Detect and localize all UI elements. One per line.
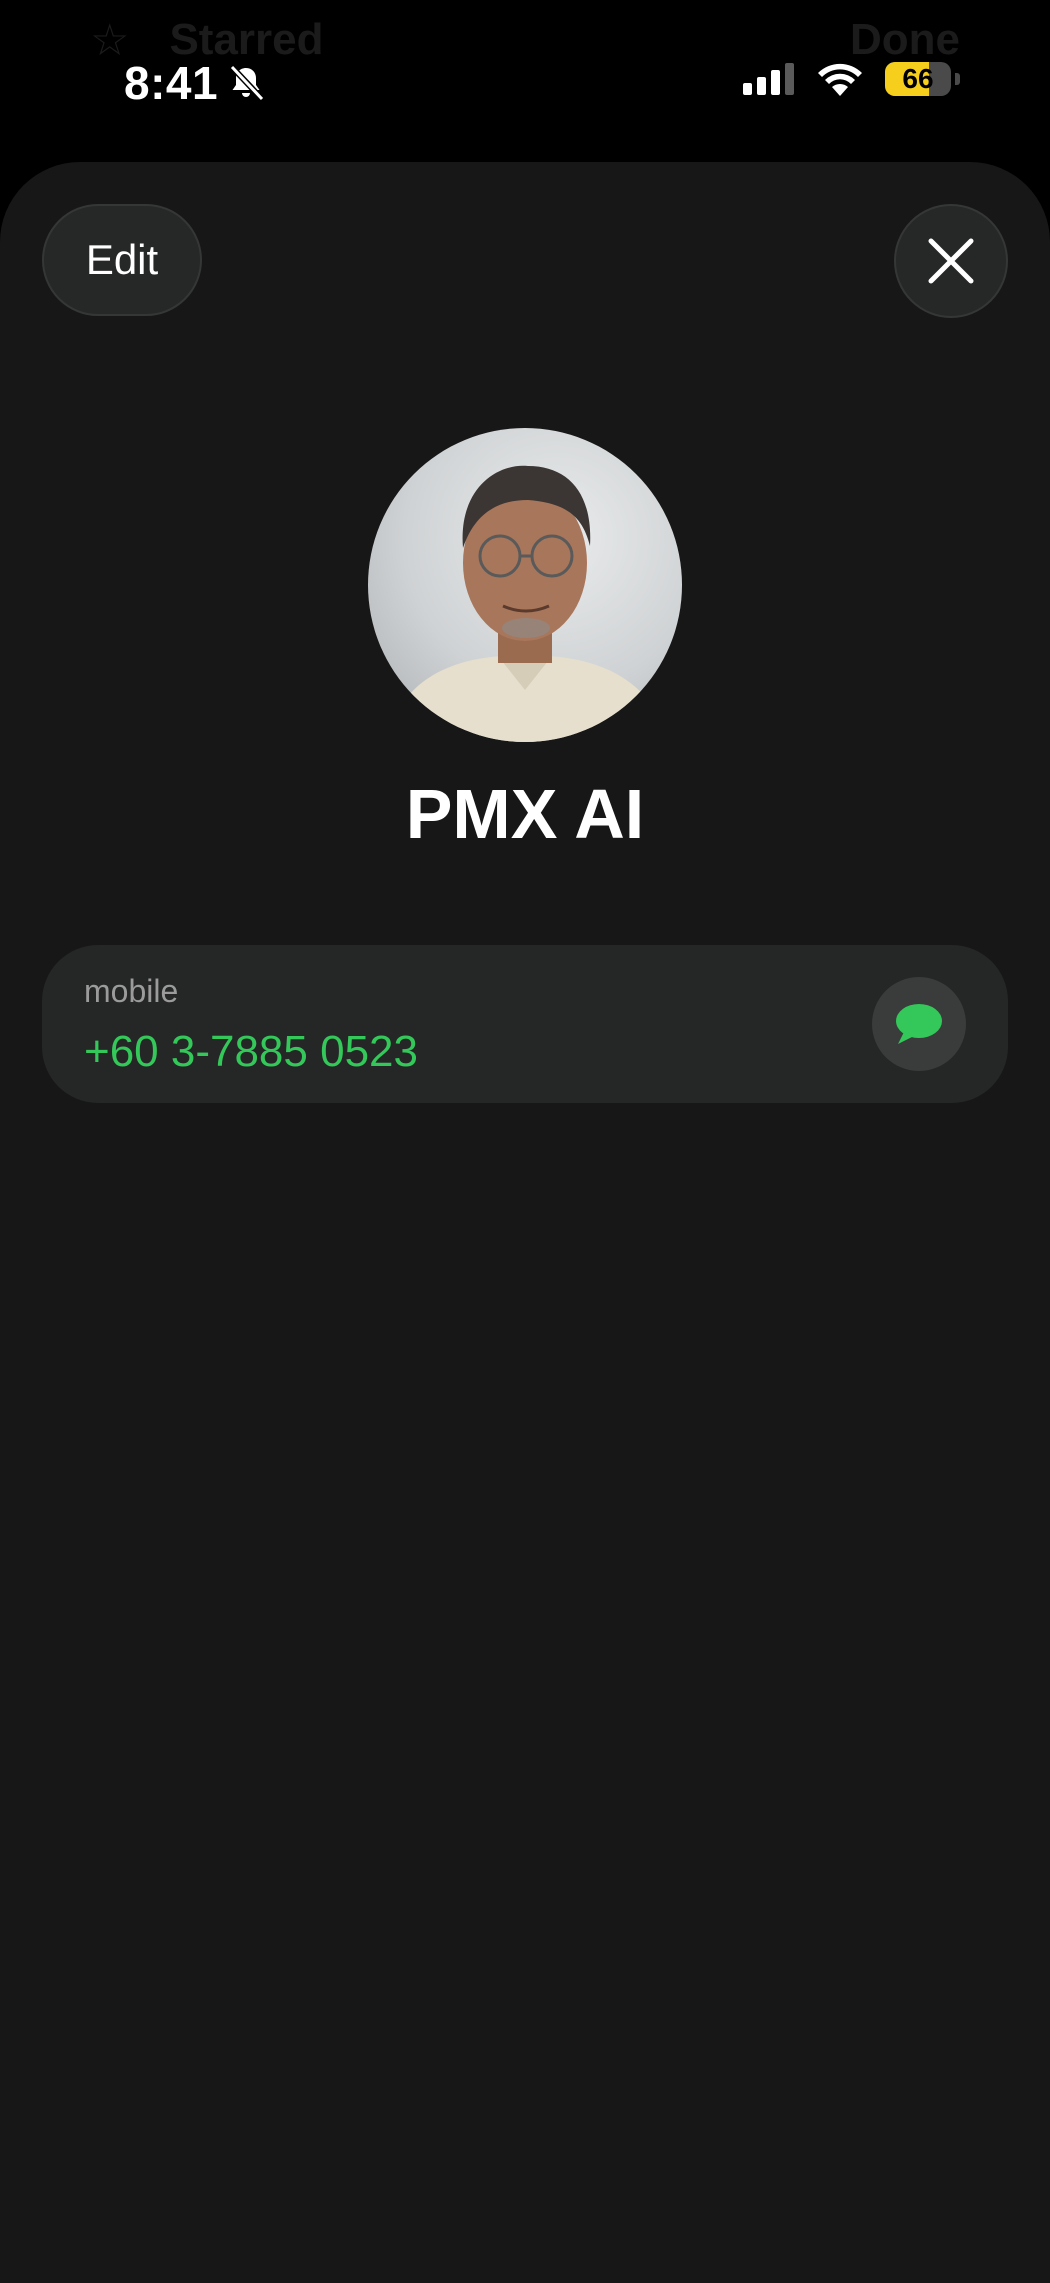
- close-icon: [928, 238, 974, 284]
- contact-sheet: Edit PMX AI mobile +60 3-7885 0523: [0, 162, 1050, 2283]
- message-bubble-icon: [896, 1004, 942, 1044]
- background-done: Done: [850, 15, 960, 64]
- battery-cap: [955, 73, 960, 85]
- message-button[interactable]: [872, 977, 966, 1071]
- phone-number-card[interactable]: mobile +60 3-7885 0523: [42, 945, 1008, 1103]
- cellular-signal-icon: [743, 63, 794, 95]
- status-time: 8:41: [124, 57, 219, 109]
- status-bar: ☆ Starred Done 8:41 66: [0, 0, 1050, 160]
- avatar: [368, 428, 682, 742]
- avatar-portrait: [388, 465, 668, 742]
- edit-button[interactable]: Edit: [42, 204, 202, 316]
- bell-slash-icon: [229, 64, 265, 102]
- phone-number[interactable]: +60 3-7885 0523: [84, 1027, 418, 1077]
- wifi-icon: [818, 63, 862, 96]
- battery-level: 66: [902, 63, 934, 94]
- close-button[interactable]: [894, 204, 1008, 318]
- contact-screen: ☆ Starred Done 8:41 66 Edit PMX AI mobil…: [0, 0, 1050, 2283]
- status-time-group: 8:41: [124, 56, 266, 110]
- phone-label: mobile: [84, 973, 179, 1009]
- status-indicators: 66: [743, 62, 960, 96]
- battery-indicator: 66: [885, 62, 951, 96]
- contact-name: PMX AI: [405, 775, 645, 853]
